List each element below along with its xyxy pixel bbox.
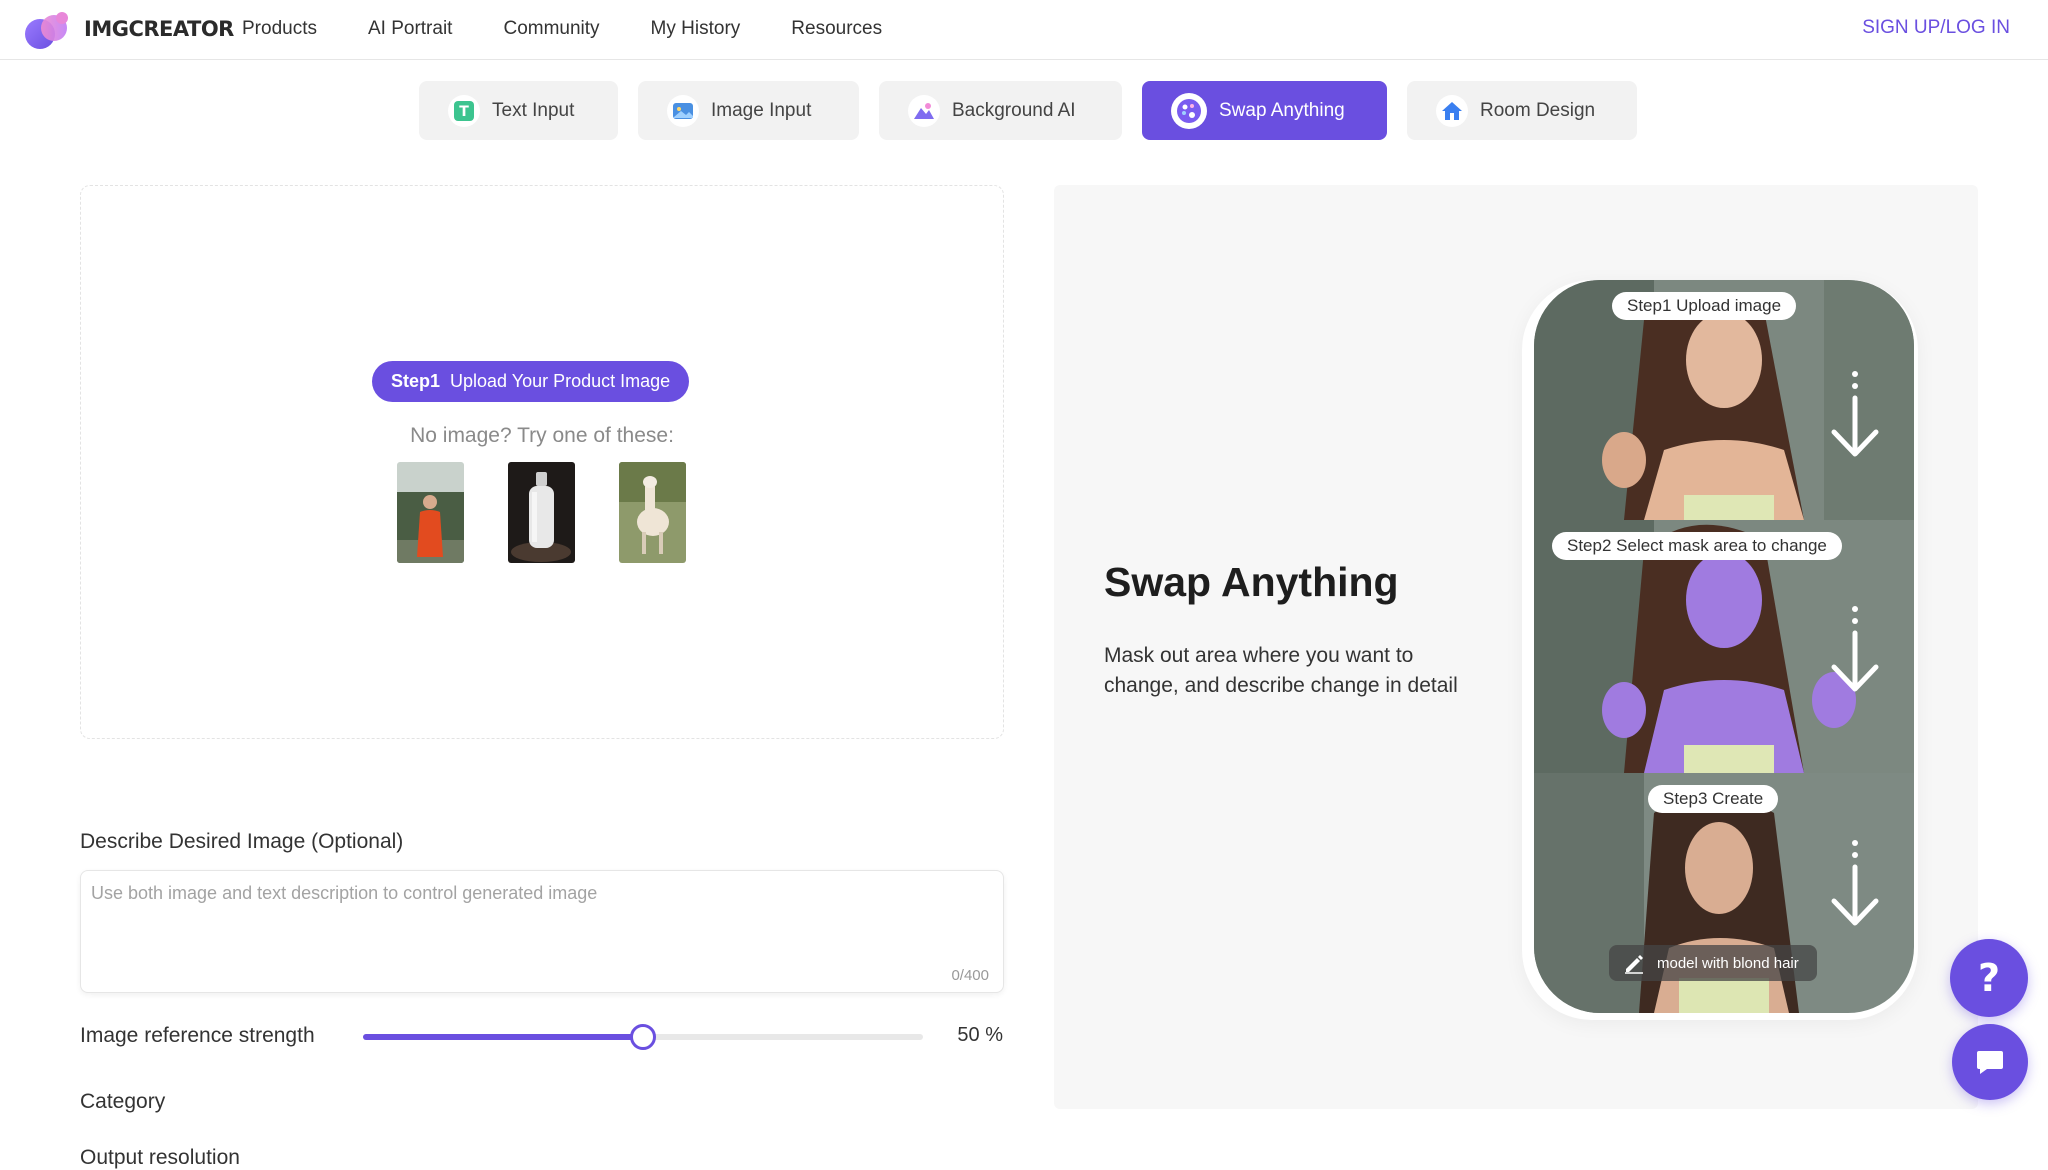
logo-text: IMGCREATOR [84, 17, 234, 41]
palette-icon [1171, 92, 1207, 129]
help-icon: ? [1977, 956, 2001, 1000]
phone-mockup: Step1 Upload image Step2 Select mask are… [1522, 280, 1918, 1020]
top-navbar: IMGCREATOR Products AI Portrait Communit… [0, 0, 2048, 60]
chat-icon [1977, 1051, 2003, 1074]
tab-label: Image Input [711, 99, 812, 121]
prompt-hint: model with blond hair [1609, 945, 1817, 981]
nav-products[interactable]: Products [242, 18, 317, 40]
image-icon [667, 94, 699, 127]
phone-screen: Step1 Upload image Step2 Select mask are… [1534, 280, 1914, 1013]
describe-label: Describe Desired Image (Optional) [80, 830, 404, 853]
strength-label: Image reference strength [80, 1024, 315, 1047]
upload-dropzone[interactable]: Step1 Upload Your Product Image No image… [80, 185, 1004, 739]
sample-alpaca[interactable] [619, 462, 686, 563]
strength-slider-fill [363, 1034, 643, 1040]
house-icon [1436, 94, 1468, 127]
upload-step-button[interactable]: Step1 Upload Your Product Image [372, 361, 690, 402]
char-counter: 0/400 [951, 967, 989, 984]
describe-textarea[interactable] [81, 871, 1003, 992]
down-arrow-icon [1831, 840, 1879, 926]
chat-button[interactable] [1952, 1024, 2028, 1100]
describe-box: 0/400 [80, 870, 1004, 993]
down-arrow-icon [1831, 606, 1879, 692]
sample-hint: No image? Try one of these: [410, 424, 674, 447]
tab-text-input[interactable]: T Text Input [419, 81, 618, 140]
sample-images [397, 462, 686, 563]
tab-label: Room Design [1480, 99, 1596, 121]
logo-icon [25, 12, 68, 49]
step1-badge: Step1 Upload image [1612, 292, 1797, 320]
sample-woman-in-red[interactable] [397, 462, 464, 563]
preview-panel: Swap Anything Mask out area where you wa… [1054, 185, 1978, 1109]
tab-background-ai[interactable]: Background AI [879, 81, 1122, 140]
tab-label: Text Input [492, 99, 575, 121]
nav-ai-portrait[interactable]: AI Portrait [368, 18, 452, 40]
sample-white-bottle[interactable] [508, 462, 575, 563]
step-text: Upload Your Product Image [450, 371, 671, 391]
tab-image-input[interactable]: Image Input [638, 81, 859, 140]
text-icon: T [448, 94, 480, 127]
step2-badge: Step2 Select mask area to change [1552, 532, 1842, 560]
tab-label: Swap Anything [1219, 99, 1345, 121]
signup-login-link[interactable]: SIGN UP/LOG IN [1862, 17, 2010, 39]
down-arrow-icon [1831, 371, 1879, 457]
category-label: Category [80, 1090, 166, 1113]
preview-description: Mask out area where you want to change, … [1104, 644, 1458, 697]
svg-text:T: T [459, 104, 469, 120]
tab-swap-anything[interactable]: Swap Anything [1142, 81, 1387, 140]
nav-community[interactable]: Community [503, 18, 599, 40]
main-nav: Products AI Portrait Community My Histor… [242, 0, 933, 58]
tab-room-design[interactable]: Room Design [1407, 81, 1637, 140]
step-number: Step1 [391, 371, 441, 391]
mode-tabs: T Text Input Image Input Background AI S… [0, 81, 2048, 140]
tab-label: Background AI [952, 99, 1076, 121]
strength-slider[interactable] [363, 1024, 923, 1050]
output-resolution-label: Output resolution [80, 1146, 240, 1169]
background-icon [908, 94, 940, 127]
pencil-icon [1625, 955, 1643, 974]
strength-value: 50 % [957, 1024, 1003, 1046]
nav-resources[interactable]: Resources [791, 18, 882, 40]
step3-badge: Step3 Create [1648, 785, 1779, 813]
help-button[interactable]: ? [1950, 939, 2028, 1017]
logo[interactable]: IMGCREATOR [20, 8, 234, 50]
nav-my-history[interactable]: My History [651, 18, 741, 40]
preview-title: Swap Anything [1104, 559, 1399, 605]
strength-slider-thumb[interactable] [630, 1024, 656, 1050]
prompt-hint-text: model with blond hair [1657, 954, 1799, 972]
